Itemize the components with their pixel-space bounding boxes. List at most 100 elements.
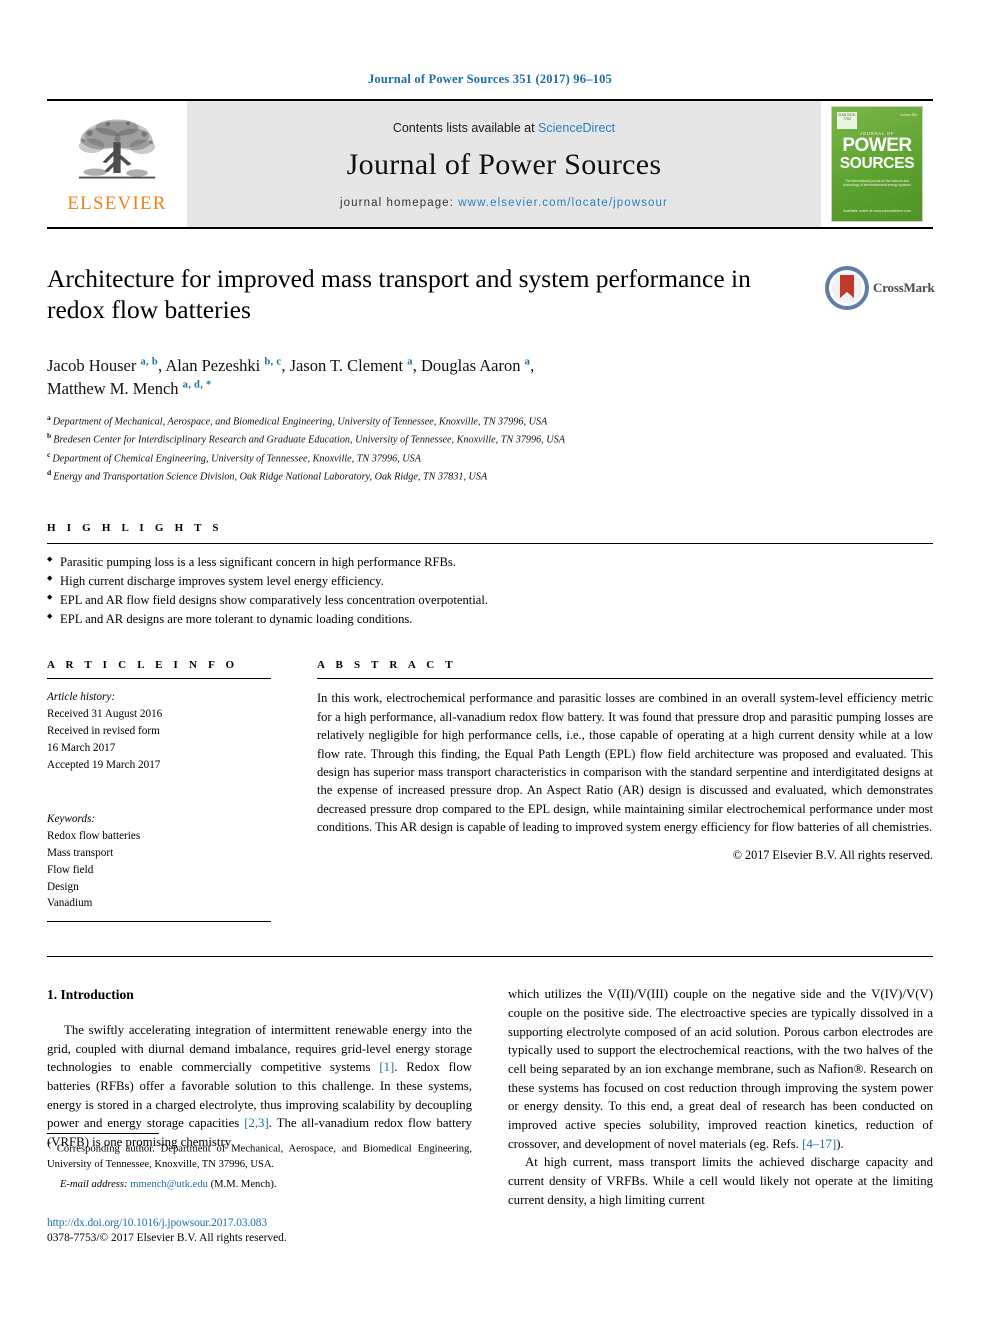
- keyword-item: Mass transport: [47, 846, 114, 859]
- highlight-item: EPL and AR flow field designs show compa…: [47, 591, 933, 610]
- body-top-divider: [47, 956, 933, 958]
- affiliation-text: Bredesen Center for Interdisciplinary Re…: [53, 434, 565, 446]
- citation-ref[interactable]: [4–17]: [802, 1137, 836, 1151]
- abstract-divider: [317, 678, 933, 680]
- cover-title-line2: SOURCES: [839, 154, 915, 172]
- journal-title: Journal of Power Sources: [346, 148, 662, 181]
- affiliation-list: a Department of Mechanical, Aerospace, an…: [47, 412, 933, 486]
- body-columns: 1. Introduction The swiftly accelerating…: [47, 985, 933, 1253]
- issn-copyright-line: 0378-7753/© 2017 Elsevier B.V. All right…: [47, 1232, 287, 1244]
- article-history-item: Received in revised form: [47, 725, 160, 737]
- author-affil-marks: a, b: [140, 356, 159, 368]
- cover-title: POWER SOURCES: [832, 135, 922, 172]
- affiliation-item: a Department of Mechanical, Aerospace, an…: [47, 412, 933, 431]
- intro-paragraph-continued: which utilizes the V(II)/V(III) couple o…: [508, 985, 933, 1153]
- affiliation-text: Energy and Transportation Science Divisi…: [53, 471, 488, 483]
- affiliation-item: c Department of Chemical Engineering, Uni…: [47, 449, 933, 468]
- article-history-item: Accepted 19 March 2017: [47, 758, 161, 771]
- affiliation-item: d Energy and Transportation Science Divis…: [47, 467, 933, 486]
- affiliation-text: Department of Chemical Engineering, Univ…: [52, 453, 421, 465]
- section-number: 1.: [47, 987, 58, 1003]
- section-title: Introduction: [60, 987, 134, 1003]
- keyword-item: Redox flow batteries: [47, 830, 141, 843]
- article-title: Architecture for improved mass transport…: [47, 264, 751, 325]
- article-info-section: A R T I C L E I N F O Article history: R…: [47, 659, 293, 930]
- highlights-divider: [47, 542, 933, 544]
- author-name: Jacob Houser: [47, 356, 137, 375]
- intro-right-text1: which utilizes the V(II)/V(III) couple o…: [508, 987, 933, 1151]
- cover-title-line1: POWER: [842, 135, 912, 156]
- crossmark-icon: [825, 266, 869, 310]
- author-name: Douglas Aaron: [421, 356, 521, 375]
- affiliation-mark: b: [47, 431, 52, 441]
- email-owner: (M.M. Mench).: [210, 1179, 277, 1191]
- crossmark-badge[interactable]: CrossMark: [825, 265, 935, 311]
- homepage-url-link[interactable]: www.elsevier.com/locate/jpowsour: [458, 197, 668, 209]
- footnote-block: * Corresponding author. Department of Me…: [47, 1133, 472, 1190]
- body-column-left: 1. Introduction The swiftly accelerating…: [47, 985, 472, 1253]
- contents-prefix: Contents lists available at: [392, 121, 535, 135]
- cover-footer: Available online at www.sciencedirect.co…: [843, 208, 911, 213]
- masthead-center: Contents lists available at ScienceDirec…: [187, 101, 821, 227]
- citation-ref[interactable]: [1]: [379, 1060, 394, 1074]
- journal-homepage-line: journal homepage: www.elsevier.com/locat…: [340, 197, 668, 209]
- author-item: Alan Pezeshki b, c: [165, 356, 281, 375]
- crossmark-label: CrossMark: [873, 280, 935, 295]
- intro-paragraph: The swiftly accelerating integration of …: [47, 1021, 472, 1152]
- cover-topbar-label: ISSN 0378-7753: [837, 112, 857, 129]
- cover-issn-label: Volume 351: [900, 113, 917, 117]
- article-history-item: 16 March 2017: [47, 741, 116, 754]
- keywords-label: Keywords:: [47, 813, 96, 826]
- keywords-bottom-divider: [47, 921, 271, 923]
- email-label: E-mail address:: [60, 1179, 128, 1191]
- highlight-item: EPL and AR designs are more tolerant to …: [47, 610, 933, 629]
- keyword-item: Vanadium: [47, 897, 93, 910]
- author-sep: ,: [530, 356, 535, 375]
- keyword-item: Design: [47, 880, 79, 893]
- affiliation-text: Department of Mechanical, Aerospace, and…: [52, 416, 548, 428]
- article-history-label: Article history:: [47, 691, 116, 704]
- highlight-item: High current discharge improves system l…: [47, 572, 933, 591]
- cover-subtitle: The international journal on the science…: [843, 179, 911, 188]
- body-paragraph: At high current, mass transport limits t…: [508, 1155, 933, 1207]
- abstract-heading: A B S T R A C T: [317, 659, 457, 672]
- elsevier-tree-icon: [78, 119, 156, 179]
- cover-image: ISSN 0378-7753 Volume 351 JOURNAL OF POW…: [831, 106, 923, 222]
- author-item: Jacob Houser a, b: [47, 356, 158, 375]
- homepage-prefix: journal homepage:: [340, 197, 454, 209]
- email-note: E-mail address: mmench@utk.edu (M.M. Men…: [47, 1179, 472, 1190]
- article-history-item: Received 31 August 2016: [47, 708, 163, 721]
- affiliation-mark: a: [47, 412, 51, 422]
- abstract-copyright: © 2017 Elsevier B.V. All rights reserved…: [732, 848, 933, 863]
- elsevier-wordmark: ELSEVIER: [67, 193, 167, 214]
- affiliation-mark: d: [47, 468, 52, 478]
- info-abstract-row: A R T I C L E I N F O Article history: R…: [47, 659, 933, 930]
- author-sep: ,: [412, 356, 422, 375]
- footnote-divider: [47, 1133, 159, 1134]
- author-affil-marks: b, c: [264, 356, 282, 368]
- sciencedirect-link[interactable]: ScienceDirect: [538, 121, 615, 135]
- affiliation-item: b Bredesen Center for Interdisciplinary R…: [47, 430, 933, 449]
- intro-right-text2: ).: [836, 1136, 844, 1151]
- author-name: Alan Pezeshki: [165, 356, 261, 375]
- citation-ref[interactable]: [2,3]: [244, 1116, 269, 1130]
- section-heading: 1. Introduction: [47, 985, 472, 1005]
- journal-cover-thumbnail: ISSN 0378-7753 Volume 351 JOURNAL OF POW…: [821, 101, 933, 227]
- highlights-heading: H I G H L I G H T S: [47, 521, 223, 534]
- email-link[interactable]: mmench@utk.edu: [130, 1179, 208, 1190]
- abstract-section: A B S T R A C T In this work, electroche…: [293, 659, 933, 930]
- article-info-divider: [47, 678, 271, 680]
- author-affil-marks: a, d, *: [182, 379, 212, 391]
- author-item: Matthew M. Mench a, d, *: [47, 379, 212, 398]
- doi-link[interactable]: http://dx.doi.org/10.1016/j.jpowsour.201…: [47, 1217, 477, 1229]
- journal-article-page: Journal of Power Sources 351 (2017) 96–1…: [0, 0, 992, 1323]
- article-info-heading: A R T I C L E I N F O: [47, 659, 239, 672]
- corresponding-author-note: * Corresponding author. Department of Me…: [47, 1139, 472, 1172]
- author-item: Jason T. Clement a: [290, 356, 413, 375]
- author-name: Matthew M. Mench: [47, 379, 179, 399]
- journal-masthead: ELSEVIER Contents lists available at Sci…: [47, 99, 933, 229]
- page-content: Journal of Power Sources 351 (2017) 96–1…: [47, 0, 935, 1253]
- abstract-text: In this work, electrochemical performanc…: [317, 691, 933, 835]
- highlights-list: Parasitic pumping loss is a less signifi…: [47, 553, 933, 630]
- elsevier-logo: ELSEVIER: [47, 101, 187, 227]
